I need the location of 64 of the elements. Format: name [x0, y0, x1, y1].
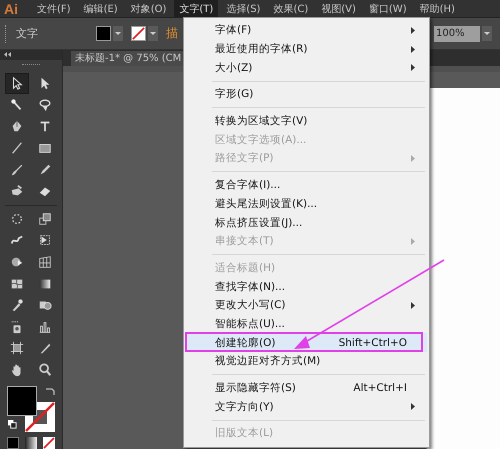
menu-item[interactable]: 智能标点(U)... [186, 314, 427, 334]
fill-color-swatch[interactable] [7, 386, 37, 416]
menu-item[interactable]: 避头尾法则设置(K)... [186, 194, 427, 214]
lasso-icon [38, 98, 52, 112]
default-colors-icon[interactable] [8, 420, 17, 430]
menu-item[interactable]: 大小(Z) [186, 58, 427, 78]
menu-item[interactable]: 视觉边距对齐方式(M) [186, 352, 427, 371]
collapse-icon[interactable] [4, 52, 12, 58]
zoom-icon [38, 362, 52, 377]
menu-bar-item[interactable]: 文件(F) [32, 0, 76, 17]
artboard-icon [10, 341, 24, 356]
eyedropper-icon [10, 298, 24, 312]
menu-bar-item[interactable]: 窗口(W) [364, 0, 412, 17]
stroke-label: 描 [166, 25, 178, 42]
menu-item[interactable]: 最近使用的字体(R) [186, 40, 427, 58]
type-tool-icon [38, 119, 52, 134]
paintbrush-icon [10, 162, 24, 177]
dropdown-button[interactable] [482, 26, 492, 41]
rectangle-tool-icon [38, 141, 52, 156]
rotate-icon [10, 212, 24, 226]
shortcut-text: Shift+Ctrl+O [338, 336, 407, 349]
menu-item[interactable]: 复合字体(I)... [186, 176, 427, 194]
menu-item[interactable]: 字形(G) [186, 85, 427, 104]
menu-bar-item[interactable]: 选择(S) [221, 0, 266, 17]
document-tab[interactable]: 未标题-1* @ 75% (CM [71, 51, 186, 66]
selection-arrow-icon [10, 76, 24, 90]
line-tool-icon [10, 141, 24, 156]
menu-bar-item[interactable]: 文字(T) [174, 0, 218, 17]
menu-item[interactable]: 标点挤压设置(J)... [186, 213, 427, 232]
fill-swatch[interactable] [96, 26, 111, 41]
column-graph-icon [38, 320, 52, 334]
blob-brush-icon [10, 184, 24, 198]
menu-bar-item[interactable]: 帮助(H) [414, 0, 460, 17]
menu-item[interactable]: 转换为区域文字(V) [186, 112, 427, 130]
panel-grip [5, 24, 8, 42]
slice-icon [38, 341, 52, 356]
magic-wand-icon [10, 98, 24, 112]
menu-bar-item[interactable]: 效果(C) [268, 0, 314, 17]
none-mode-button[interactable] [43, 437, 55, 449]
menu-item[interactable]: 字体(F) [186, 21, 427, 40]
perspective-grid-icon [38, 254, 52, 269]
color-mode-button[interactable] [7, 437, 19, 449]
no-stroke-swatch[interactable] [131, 26, 146, 41]
pencil-icon [38, 162, 52, 177]
menu-bar-item[interactable]: 视图(V) [316, 0, 361, 17]
tool-label: 文字 [16, 26, 39, 41]
pen-icon [10, 119, 24, 134]
menu-bar-item[interactable]: 对象(O) [126, 0, 172, 17]
menu-item[interactable]: 更改大小写(C) [186, 296, 427, 315]
dropdown-button[interactable] [148, 26, 158, 41]
menu-bar-item[interactable]: 编辑(E) [78, 0, 123, 17]
menu-item[interactable]: 文字方向(Y) [186, 397, 427, 416]
dropdown-button[interactable] [113, 26, 123, 41]
free-transform-icon [38, 233, 52, 248]
app-logo: Ai [4, 0, 19, 16]
menu-item[interactable]: 查找字体(N)... [186, 277, 427, 296]
gradient-mode-button[interactable] [25, 437, 37, 449]
zoom-field[interactable]: 100% [434, 26, 480, 42]
menu-item[interactable]: 显示隐藏字符(S) Alt+Ctrl+I [186, 378, 427, 398]
shortcut-text: Alt+Ctrl+I [353, 382, 407, 394]
tool-button[interactable] [5, 72, 29, 94]
mesh-icon [10, 276, 24, 291]
gradient-icon [38, 276, 52, 291]
scale-icon [38, 212, 52, 226]
